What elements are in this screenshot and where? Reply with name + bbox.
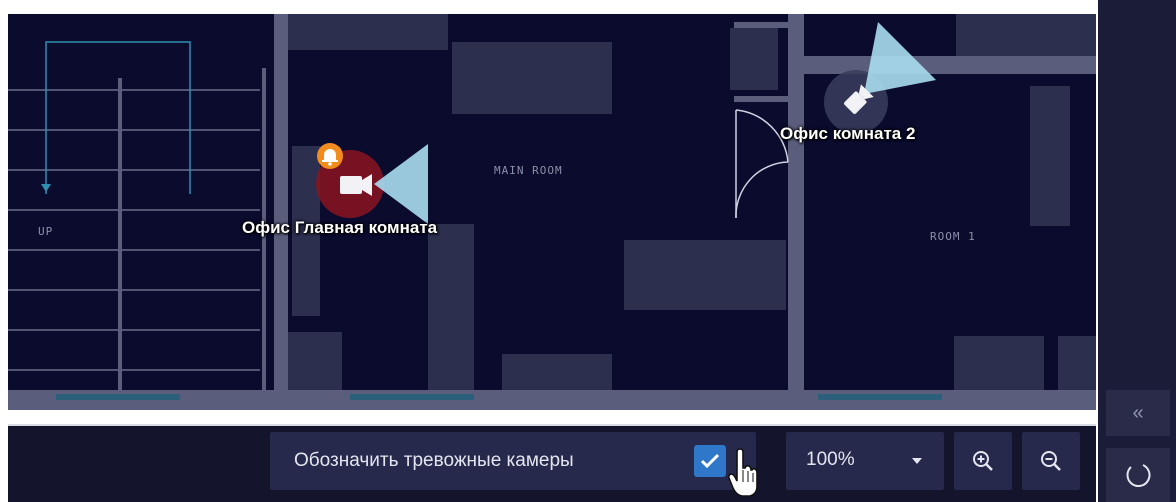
collapse-panel-button[interactable]: « xyxy=(1106,390,1170,436)
room-label-room1: ROOM 1 xyxy=(930,230,976,243)
checkmark-icon xyxy=(700,453,720,469)
zoom-out-icon xyxy=(1041,451,1061,471)
bell-icon xyxy=(317,143,343,169)
camera-alarm-marker[interactable] xyxy=(316,143,428,224)
refresh-icon xyxy=(1126,464,1151,488)
camera-normal-marker[interactable] xyxy=(824,22,936,134)
camera-label-main-room[interactable]: Офис Главная комната xyxy=(242,218,437,238)
zoom-out-button[interactable] xyxy=(1022,432,1080,490)
zoom-level-select[interactable]: 100% xyxy=(786,432,944,490)
zoom-level-value: 100% xyxy=(806,449,855,470)
stairs xyxy=(8,41,260,371)
zoom-in-icon xyxy=(973,451,993,471)
floor-plan-drawing xyxy=(8,14,1096,410)
map-viewer: MAIN ROOM ROOM 1 UP Офис Главная комната… xyxy=(0,0,1176,502)
camera-label-room-2[interactable]: Офис комната 2 xyxy=(780,124,915,144)
highlight-alarm-cameras-toggle[interactable]: Обозначить тревожные камеры xyxy=(270,432,756,490)
zoom-in-button[interactable] xyxy=(954,432,1012,490)
side-panel: « xyxy=(1098,0,1176,502)
stairs-label: UP xyxy=(38,225,54,238)
camera-icon xyxy=(340,174,372,196)
highlight-alarm-cameras-checkbox[interactable] xyxy=(694,445,726,477)
refresh-button[interactable] xyxy=(1106,448,1170,502)
highlight-alarm-cameras-label: Обозначить тревожные камеры xyxy=(294,450,574,471)
chevron-down-icon xyxy=(912,458,922,464)
floor-plan[interactable]: MAIN ROOM ROOM 1 UP Офис Главная комната… xyxy=(8,14,1096,410)
camera-field-of-view xyxy=(374,144,428,224)
room-label-main: MAIN ROOM xyxy=(494,164,563,177)
